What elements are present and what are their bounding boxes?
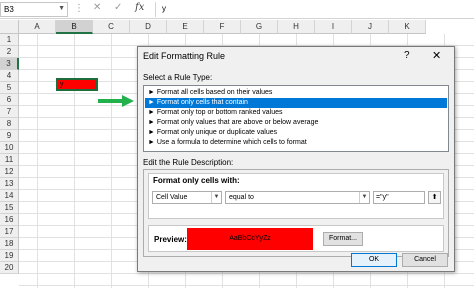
edit-rule-description-label: Edit the Rule Description: (143, 158, 234, 167)
rule-description-panel: Format only cells with: Cell Value ▼ equ… (143, 169, 449, 257)
column-header-e[interactable]: E (167, 20, 204, 34)
cancel-entry-icon[interactable]: ✕ (93, 2, 101, 13)
preview-section: Preview: AaBbCcYyZz Format... (148, 225, 444, 252)
row-header-11[interactable]: 11 (0, 154, 19, 166)
preview-swatch: AaBbCcYyZz (187, 228, 313, 250)
chevron-down-icon[interactable]: ▼ (211, 192, 221, 203)
row-header-18[interactable]: 18 (0, 238, 19, 250)
dialog-title: Edit Formatting Rule (143, 51, 226, 61)
row-header-17[interactable]: 17 (0, 226, 19, 238)
ok-button[interactable]: OK (351, 253, 397, 267)
help-icon[interactable]: ? (404, 50, 410, 61)
row-header-10[interactable]: 10 (0, 142, 19, 154)
row-header-9[interactable]: 9 (0, 130, 19, 142)
condition-type-select[interactable]: Cell Value ▼ (152, 191, 222, 204)
column-header-a[interactable]: A (19, 20, 56, 34)
row-header-7[interactable]: 7 (0, 106, 19, 118)
rule-type-item[interactable]: ► Format only unique or duplicate values (145, 128, 447, 138)
rule-type-item-selected[interactable]: ► Format only cells that contain (145, 98, 447, 108)
active-cell-b3[interactable]: y (56, 78, 98, 91)
column-header-h[interactable]: H (278, 20, 315, 34)
chevron-down-icon[interactable]: ▼ (58, 5, 65, 12)
row-header-20[interactable]: 20 (0, 262, 19, 274)
close-icon[interactable]: ✕ (432, 49, 441, 62)
name-box[interactable]: B3 ▼ (0, 2, 68, 17)
row-header-5[interactable]: 5 (0, 82, 19, 94)
rule-type-list[interactable]: ► Format all cells based on their values… (143, 85, 449, 152)
row-header-8[interactable]: 8 (0, 118, 19, 130)
row-header-3[interactable]: 3 (0, 58, 19, 70)
column-header-k[interactable]: K (389, 20, 426, 34)
column-header-j[interactable]: J (352, 20, 389, 34)
green-arrow-icon (98, 95, 134, 107)
column-header-g[interactable]: G (241, 20, 278, 34)
select-all-corner[interactable] (0, 20, 19, 34)
condition-section: Format only cells with: Cell Value ▼ equ… (148, 173, 444, 219)
row-header-1[interactable]: 1 (0, 34, 19, 46)
name-box-value: B3 (4, 5, 14, 14)
column-header-b[interactable]: B (56, 20, 93, 34)
value-input[interactable]: ="y" (373, 191, 425, 204)
column-header-d[interactable]: D (130, 20, 167, 34)
rule-type-item[interactable]: ► Format only values that are above or b… (145, 118, 447, 128)
column-header-f[interactable]: F (204, 20, 241, 34)
row-header-14[interactable]: 14 (0, 190, 19, 202)
column-header-c[interactable]: C (93, 20, 130, 34)
row-header-4[interactable]: 4 (0, 70, 19, 82)
edit-formatting-rule-dialog: Edit Formatting Rule ? ✕ Select a Rule T… (137, 46, 455, 272)
row-header-15[interactable]: 15 (0, 202, 19, 214)
operator-value: equal to (229, 194, 254, 201)
format-only-cells-label: Format only cells with: (153, 176, 240, 185)
insert-function-icon[interactable]: fx (135, 2, 144, 13)
row-header-2[interactable]: 2 (0, 46, 19, 58)
confirm-entry-icon[interactable]: ✓ (114, 2, 122, 13)
range-select-icon[interactable]: ⬆ (428, 191, 441, 204)
row-header-12[interactable]: 12 (0, 166, 19, 178)
format-button[interactable]: Format... (323, 232, 363, 246)
cancel-button[interactable]: Cancel (402, 253, 448, 267)
operator-select[interactable]: equal to ▼ (225, 191, 370, 204)
row-header-6[interactable]: 6 (0, 94, 19, 106)
vertical-dots-icon: ⋮ (74, 3, 84, 14)
formula-bar: B3 ▼ ⋮ ✕ ✓ fx y (0, 0, 474, 19)
preview-label: Preview: (154, 235, 187, 244)
row-header-16[interactable]: 16 (0, 214, 19, 226)
column-header-i[interactable]: I (315, 20, 352, 34)
rule-type-item[interactable]: ► Format only top or bottom ranked value… (145, 108, 447, 118)
formula-input[interactable]: y (155, 2, 474, 17)
rule-type-item[interactable]: ► Format all cells based on their values (145, 88, 447, 98)
row-header-13[interactable]: 13 (0, 178, 19, 190)
condition-type-value: Cell Value (156, 194, 188, 201)
chevron-down-icon[interactable]: ▼ (359, 192, 369, 203)
select-rule-type-label: Select a Rule Type: (143, 73, 213, 82)
rule-type-item[interactable]: ► Use a formula to determine which cells… (145, 138, 447, 148)
row-header-19[interactable]: 19 (0, 250, 19, 262)
